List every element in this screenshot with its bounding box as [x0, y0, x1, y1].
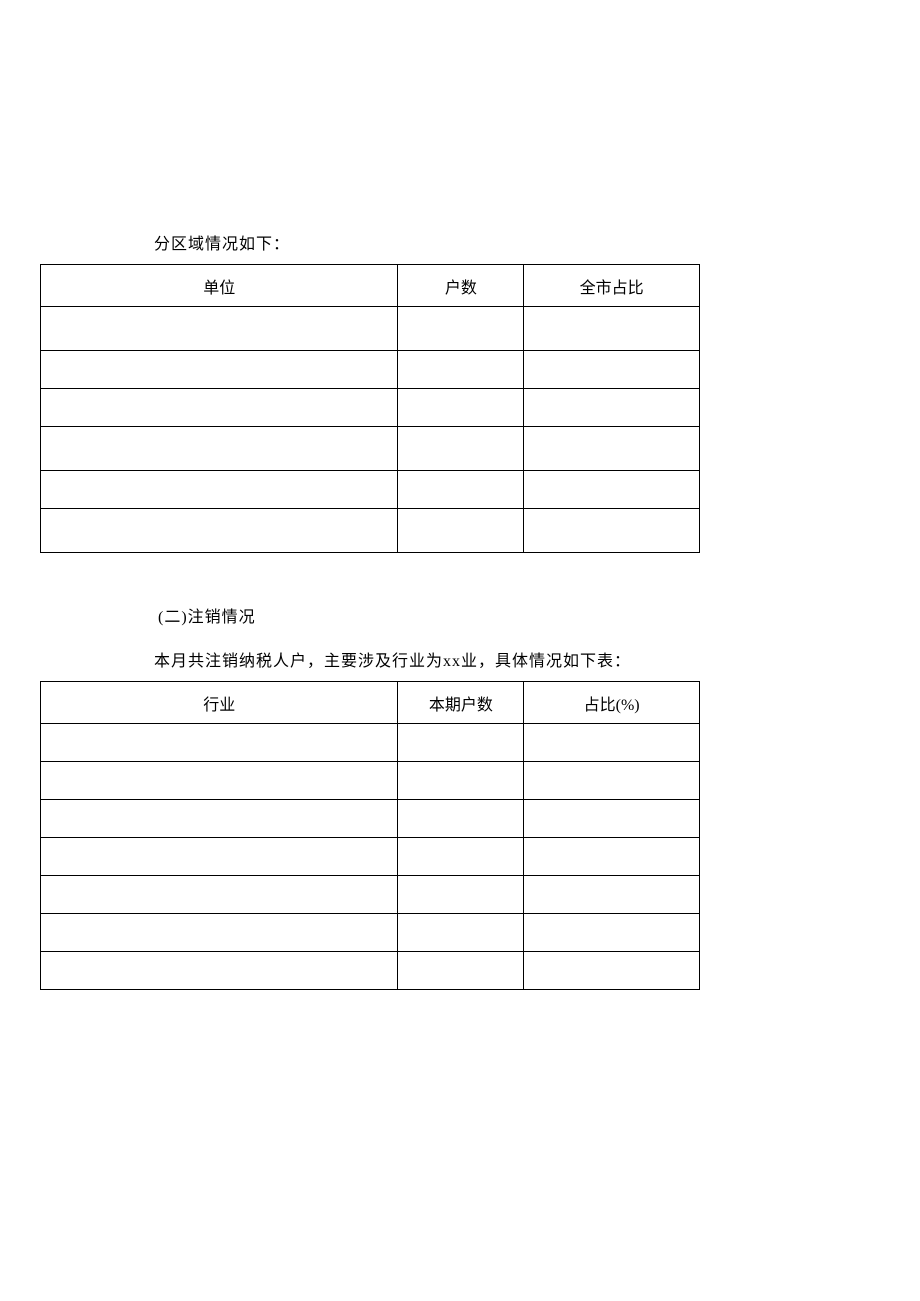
- table-row: [41, 724, 700, 762]
- table-row: [41, 952, 700, 990]
- table-header-row: 单位 户数 全市占比: [41, 265, 700, 307]
- document-content: 分区域情况如下： 单位 户数 全市占比: [0, 0, 920, 990]
- table-row: [41, 351, 700, 389]
- table-row: [41, 876, 700, 914]
- cell: [41, 800, 398, 838]
- cell: [524, 800, 700, 838]
- table-row: [41, 838, 700, 876]
- cell: [41, 876, 398, 914]
- cell: [398, 427, 524, 471]
- header-period-households: 本期户数: [398, 682, 524, 724]
- header-industry: 行业: [41, 682, 398, 724]
- header-ratio-percent: 占比(%): [524, 682, 700, 724]
- cell: [41, 724, 398, 762]
- cell: [398, 876, 524, 914]
- table-row: [41, 471, 700, 509]
- cell: [41, 389, 398, 427]
- cell: [398, 800, 524, 838]
- table-row: [41, 914, 700, 952]
- cell: [524, 952, 700, 990]
- cell: [524, 427, 700, 471]
- cell: [524, 307, 700, 351]
- table-header-row: 行业 本期户数 占比(%): [41, 682, 700, 724]
- table-row: [41, 389, 700, 427]
- cell: [41, 351, 398, 389]
- region-table: 单位 户数 全市占比: [40, 264, 700, 553]
- cell: [398, 351, 524, 389]
- table-row: [41, 762, 700, 800]
- cell: [524, 351, 700, 389]
- cell: [41, 762, 398, 800]
- cell: [398, 389, 524, 427]
- cell: [398, 724, 524, 762]
- cell: [524, 838, 700, 876]
- cell: [398, 509, 524, 553]
- cell: [398, 952, 524, 990]
- cell: [41, 427, 398, 471]
- table-row: [41, 800, 700, 838]
- cell: [524, 914, 700, 952]
- cell: [524, 509, 700, 553]
- cell: [524, 724, 700, 762]
- header-households: 户数: [398, 265, 524, 307]
- cell: [524, 389, 700, 427]
- cell: [524, 762, 700, 800]
- cell: [41, 914, 398, 952]
- cell: [398, 762, 524, 800]
- header-unit: 单位: [41, 265, 398, 307]
- cell: [41, 838, 398, 876]
- cell: [524, 876, 700, 914]
- cell: [524, 471, 700, 509]
- table-row: [41, 307, 700, 351]
- section2-heading: (二)注销情况: [158, 603, 880, 627]
- header-city-ratio: 全市占比: [524, 265, 700, 307]
- section1-intro: 分区域情况如下：: [154, 230, 880, 254]
- cell: [41, 952, 398, 990]
- table-row: [41, 427, 700, 471]
- cell: [41, 509, 398, 553]
- section2-paragraph: 本月共注销纳税人户，主要涉及行业为xx业，具体情况如下表：: [154, 647, 880, 671]
- cell: [398, 838, 524, 876]
- table-row: [41, 509, 700, 553]
- cell: [41, 471, 398, 509]
- cell: [398, 471, 524, 509]
- cell: [41, 307, 398, 351]
- cancellation-table: 行业 本期户数 占比(%): [40, 681, 700, 990]
- cell: [398, 307, 524, 351]
- cell: [398, 914, 524, 952]
